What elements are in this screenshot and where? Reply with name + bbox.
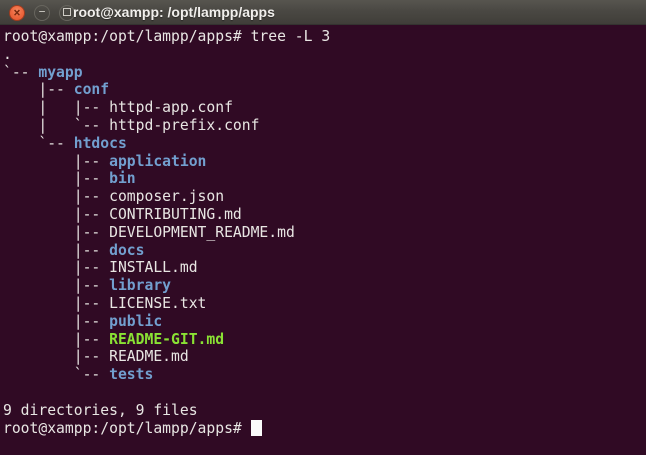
terminal-text: |--	[3, 170, 109, 187]
terminal-text: |-- README.md	[3, 348, 189, 365]
terminal-line: |-- LICENSE.txt	[3, 295, 646, 313]
terminal-line: root@xampp:/opt/lampp/apps#	[3, 420, 646, 438]
terminal-line	[3, 384, 646, 402]
terminal-line: |-- bin	[3, 170, 646, 188]
terminal-text: |-- CONTRIBUTING.md	[3, 206, 242, 223]
terminal-screen[interactable]: root@xampp:/opt/lampp/apps# tree -L 3.`-…	[0, 25, 646, 455]
terminal-text: `--	[3, 64, 38, 81]
terminal-text: |--	[3, 242, 109, 259]
terminal-text: | `-- httpd-prefix.conf	[3, 117, 259, 134]
terminal-cursor	[251, 420, 262, 436]
close-icon: ×	[13, 6, 20, 18]
minimize-button[interactable]: −	[34, 5, 50, 21]
terminal-text: .	[3, 46, 12, 63]
terminal-line: |-- library	[3, 277, 646, 295]
directory-name: myapp	[38, 64, 82, 81]
terminal-line: `-- myapp	[3, 64, 646, 82]
window-title: root@xampp: /opt/lampp/apps	[73, 0, 275, 24]
terminal-line: |-- DEVELOPMENT_README.md	[3, 224, 646, 242]
terminal-text: |--	[3, 277, 109, 294]
directory-name: conf	[74, 81, 109, 98]
terminal-line: |-- docs	[3, 242, 646, 260]
terminal-text: |--	[3, 313, 109, 330]
maximize-icon	[63, 8, 71, 16]
directory-name: tests	[109, 366, 153, 383]
terminal-line: | `-- httpd-prefix.conf	[3, 117, 646, 135]
terminal-line: |-- README-GIT.md	[3, 331, 646, 349]
directory-name: application	[109, 153, 206, 170]
terminal-line: `-- htdocs	[3, 135, 646, 153]
terminal-text: 9 directories, 9 files	[3, 402, 198, 419]
terminal-line: |-- CONTRIBUTING.md	[3, 206, 646, 224]
terminal-text: root@xampp:/opt/lampp/apps#	[3, 420, 251, 437]
terminal-line: 9 directories, 9 files	[3, 402, 646, 420]
window-titlebar[interactable]: × − root@xampp: /opt/lampp/apps	[0, 0, 646, 25]
terminal-text: `--	[3, 135, 74, 152]
minimize-icon: −	[39, 6, 46, 17]
terminal-text: |--	[3, 331, 109, 348]
terminal-line: .	[3, 46, 646, 64]
directory-name: public	[109, 313, 162, 330]
terminal-line: |-- application	[3, 153, 646, 171]
directory-name: bin	[109, 170, 136, 187]
terminal-line: |-- INSTALL.md	[3, 259, 646, 277]
directory-name: htdocs	[74, 135, 127, 152]
terminal-text: |-- DEVELOPMENT_README.md	[3, 224, 295, 241]
terminal-text: `--	[3, 366, 109, 383]
terminal-line: |-- composer.json	[3, 188, 646, 206]
terminal-window: × − root@xampp: /opt/lampp/apps root@xam…	[0, 0, 646, 455]
terminal-line: |-- public	[3, 313, 646, 331]
terminal-line: `-- tests	[3, 366, 646, 384]
directory-name: library	[109, 277, 171, 294]
terminal-text: root@xampp:/opt/lampp/apps# tree -L 3	[3, 28, 330, 45]
terminal-text: |--	[3, 81, 74, 98]
terminal-text: |-- INSTALL.md	[3, 259, 198, 276]
terminal-output: root@xampp:/opt/lampp/apps# tree -L 3.`-…	[3, 28, 646, 437]
terminal-text: |--	[3, 153, 109, 170]
terminal-line: root@xampp:/opt/lampp/apps# tree -L 3	[3, 28, 646, 46]
terminal-line: |-- README.md	[3, 348, 646, 366]
terminal-text: |-- LICENSE.txt	[3, 295, 206, 312]
executable-file-name: README-GIT.md	[109, 331, 224, 348]
terminal-line: | |-- httpd-app.conf	[3, 99, 646, 117]
terminal-text: | |-- httpd-app.conf	[3, 99, 233, 116]
terminal-text: |-- composer.json	[3, 188, 224, 205]
terminal-line: |-- conf	[3, 81, 646, 99]
close-button[interactable]: ×	[9, 5, 25, 21]
directory-name: docs	[109, 242, 144, 259]
